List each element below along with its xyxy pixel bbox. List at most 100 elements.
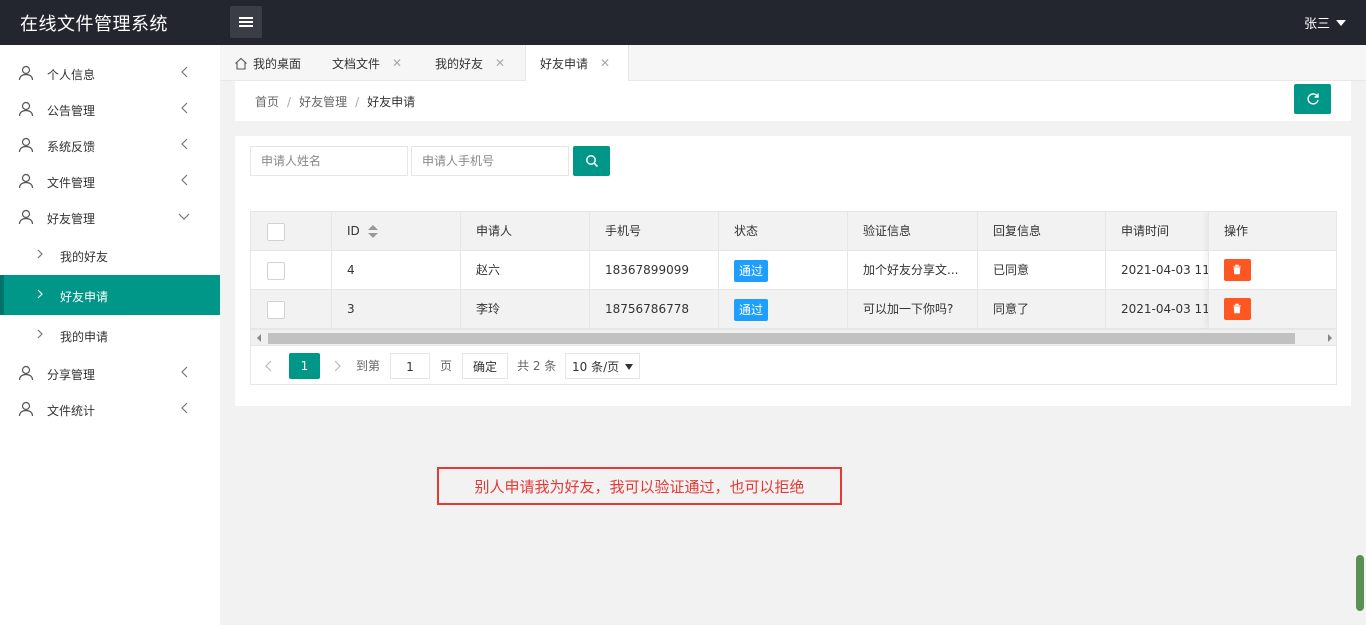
close-icon[interactable]: ✕ xyxy=(495,56,505,70)
sidebar-item-label: 系统反馈 xyxy=(47,140,96,154)
page-1-button[interactable]: 1 xyxy=(289,353,320,379)
scroll-left-icon[interactable] xyxy=(257,334,261,342)
prev-page-icon[interactable] xyxy=(265,353,279,379)
scroll-right-icon[interactable] xyxy=(1328,334,1332,342)
select-all-checkbox[interactable] xyxy=(267,223,285,241)
chevron-right-icon xyxy=(37,249,43,259)
chevron-right-icon xyxy=(37,329,43,339)
cell-verify: 加个好友分享文... xyxy=(848,251,978,290)
tab-friend-requests[interactable]: 好友申请 ✕ xyxy=(525,45,629,81)
horizontal-scrollbar[interactable] xyxy=(251,329,1336,345)
column-header-reply: 回复信息 xyxy=(978,212,1106,251)
operation-column: 操作 xyxy=(1208,212,1336,329)
sidebar-item-label: 好友管理 xyxy=(47,212,96,226)
sidebar-item-stats[interactable]: 文件统计 xyxy=(0,391,220,427)
hamburger-icon xyxy=(239,17,253,27)
friend-request-table: ID 申请人 手机号 状态 验证信息 回复信息 申请时间 4 赵六 183678… xyxy=(250,211,1337,346)
column-header-id[interactable]: ID xyxy=(332,212,461,251)
applicant-phone-input[interactable] xyxy=(411,146,569,176)
sidebar-item-label: 个人信息 xyxy=(47,68,96,82)
sidebar-item-feedback[interactable]: 系统反馈 xyxy=(0,127,220,163)
column-header-applicant: 申请人 xyxy=(461,212,590,251)
sidebar-item-profile[interactable]: 个人信息 xyxy=(0,55,220,91)
user-icon xyxy=(18,65,34,81)
trash-icon xyxy=(1233,264,1241,275)
user-icon xyxy=(18,401,34,417)
delete-button[interactable] xyxy=(1224,298,1251,320)
sidebar-subitem-label: 我的好友 xyxy=(60,250,109,264)
refresh-button[interactable] xyxy=(1294,84,1331,114)
breadcrumb-card: 首页 / 好友管理 / 好友申请 xyxy=(235,81,1351,121)
trash-icon xyxy=(1233,303,1241,314)
status-badge: 通过 xyxy=(734,298,769,321)
column-header-status: 状态 xyxy=(719,212,848,251)
close-icon[interactable]: ✕ xyxy=(600,56,610,70)
tab-label: 文档文件 xyxy=(332,56,381,71)
applicant-name-input[interactable] xyxy=(250,146,408,176)
tab-desktop[interactable]: 我的桌面 xyxy=(234,45,330,81)
sidebar-subitem-label: 好友申请 xyxy=(60,290,109,304)
cell-time: 2021-04-03 11:... xyxy=(1121,263,1208,277)
cell-phone: 18367899099 xyxy=(590,251,719,290)
top-bar: 在线文件管理系统 张三 xyxy=(0,0,1366,45)
column-header-phone: 手机号 xyxy=(590,212,719,251)
tab-label: 我的好友 xyxy=(435,56,484,71)
cell-reply: 已同意 xyxy=(978,251,1106,290)
chevron-down-icon xyxy=(178,213,190,220)
sort-icon[interactable] xyxy=(367,224,378,239)
active-indicator xyxy=(0,275,4,315)
caret-down-icon xyxy=(1336,19,1346,26)
chevron-left-icon xyxy=(181,138,188,150)
user-icon xyxy=(18,209,34,225)
status-badge: 通过 xyxy=(734,259,769,282)
close-icon[interactable]: ✕ xyxy=(392,56,402,70)
breadcrumb-section[interactable]: 好友管理 xyxy=(299,95,347,109)
sidebar-item-label: 公告管理 xyxy=(47,104,96,118)
table-header-row: ID 申请人 手机号 状态 验证信息 回复信息 申请时间 xyxy=(251,212,1336,251)
column-header-verify: 验证信息 xyxy=(848,212,978,251)
goto-label: 到第 xyxy=(356,359,381,373)
delete-button[interactable] xyxy=(1224,259,1251,281)
main-card: ID 申请人 手机号 状态 验证信息 回复信息 申请时间 4 赵六 183678… xyxy=(235,136,1351,406)
annotation-note: 别人申请我为好友，我可以验证通过，也可以拒绝 xyxy=(437,467,842,505)
vertical-scrollbar[interactable] xyxy=(1356,555,1364,611)
cell-time: 2021-04-03 11:... xyxy=(1121,302,1208,316)
refresh-icon xyxy=(1306,93,1319,105)
tab-my-friends[interactable]: 我的好友 ✕ xyxy=(435,45,527,81)
user-icon xyxy=(18,101,34,117)
breadcrumb-home[interactable]: 首页 xyxy=(255,95,279,109)
page-size-select[interactable]: 10 条/页 xyxy=(565,353,640,379)
page-label: 页 xyxy=(440,359,453,373)
sidebar-item-friends[interactable]: 好友管理 xyxy=(0,199,220,235)
sidebar-item-share[interactable]: 分享管理 xyxy=(0,355,220,391)
search-icon xyxy=(585,155,598,168)
user-icon xyxy=(18,137,34,153)
cell-id: 4 xyxy=(332,251,461,290)
sidebar-subitem-friend-requests[interactable]: 好友申请 xyxy=(0,275,220,315)
next-page-icon[interactable] xyxy=(333,353,347,379)
chevron-left-icon xyxy=(181,66,188,78)
tab-documents[interactable]: 文档文件 ✕ xyxy=(332,45,424,81)
confirm-page-button[interactable]: 确定 xyxy=(462,353,508,379)
sidebar-item-files[interactable]: 文件管理 xyxy=(0,163,220,199)
menu-toggle-button[interactable] xyxy=(230,6,262,38)
user-icon xyxy=(18,365,34,381)
chevron-down-icon xyxy=(625,364,633,370)
search-button[interactable] xyxy=(573,146,610,176)
cell-reply: 同意了 xyxy=(978,290,1106,329)
sidebar-item-notice[interactable]: 公告管理 xyxy=(0,91,220,127)
scrollbar-thumb[interactable] xyxy=(268,333,1295,344)
sidebar-subitem-my-requests[interactable]: 我的申请 xyxy=(0,315,220,355)
sidebar-subitem-label: 我的申请 xyxy=(60,330,109,344)
sidebar-subitem-my-friends[interactable]: 我的好友 xyxy=(0,235,220,275)
chevron-left-icon xyxy=(181,366,188,378)
user-menu[interactable]: 张三 xyxy=(1304,13,1346,32)
cell-id: 3 xyxy=(332,290,461,329)
cell-applicant: 赵六 xyxy=(461,251,590,290)
row-checkbox[interactable] xyxy=(267,262,285,280)
page-number-input[interactable]: 1 xyxy=(390,353,430,379)
column-header-operation: 操作 xyxy=(1209,212,1336,251)
sidebar-item-label: 分享管理 xyxy=(47,368,96,382)
row-checkbox[interactable] xyxy=(267,301,285,319)
column-header-time: 申请时间 xyxy=(1121,224,1170,238)
